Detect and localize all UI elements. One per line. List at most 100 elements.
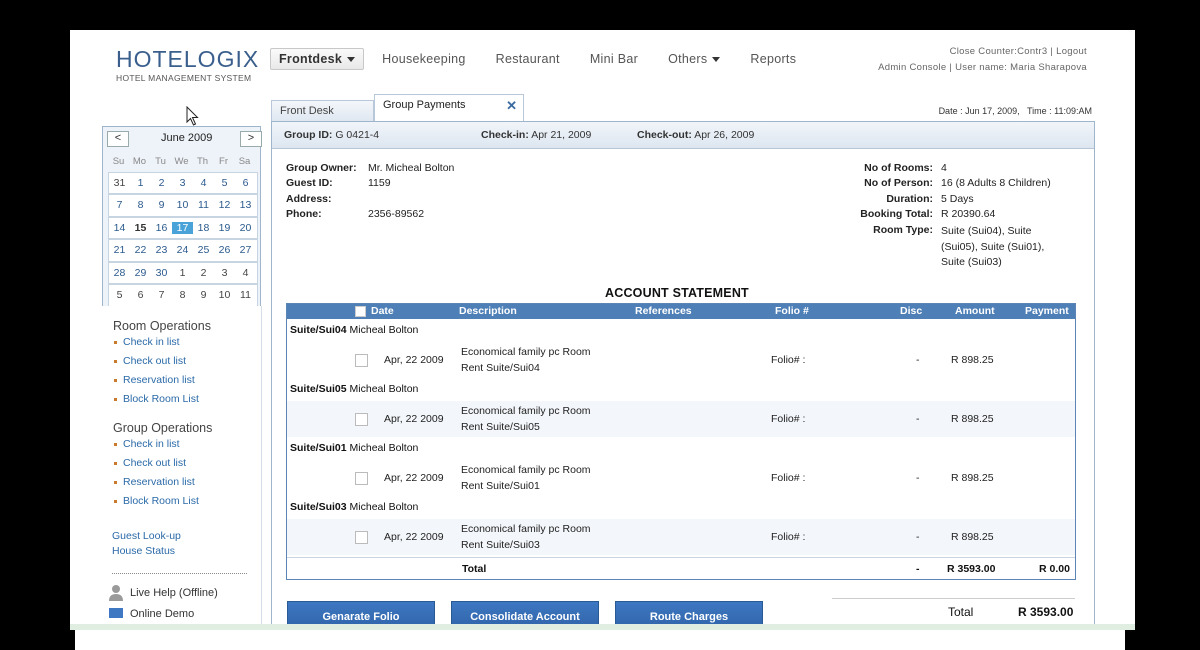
calendar-day[interactable]: 2 [151,177,172,189]
row-checkbox[interactable] [355,472,368,485]
col-date: Date [371,305,394,317]
close-icon[interactable]: ✕ [506,96,517,116]
calendar-week: 5 6 7 8 9 10 11 [108,284,258,307]
calendar-day[interactable]: 22 [130,244,151,256]
calendar-day[interactable]: 16 [151,222,172,234]
weekday-label: Tu [155,155,166,167]
calendar-day[interactable]: 25 [193,244,214,256]
select-all-checkbox[interactable] [355,306,366,317]
table-header: Date Description References Folio # Disc… [287,304,1075,319]
app-logo[interactable]: HOTELOGIX HOTEL MANAGEMENT SYSTEM [116,46,259,83]
tab-group-payments[interactable]: Group Payments ✕ [374,94,524,123]
calendar-day[interactable]: 9 [151,199,172,211]
sidebar-link[interactable]: Check out list [114,454,259,473]
room-type-line: (Sui05), Suite (Sui01), [941,240,1045,253]
calendar-day[interactable]: 18 [193,222,214,234]
calendar-day[interactable]: 23 [151,244,172,256]
nav-mini-bar[interactable]: Mini Bar [590,52,638,66]
calendar-prev-button[interactable]: < [107,131,129,147]
account-statement-table: Date Description References Folio # Disc… [286,303,1076,580]
calendar-day[interactable]: 26 [214,244,235,256]
logout-link[interactable]: Logout [1056,46,1087,57]
table-row[interactable]: Apr, 22 2009 Economical family pc Room Ren… [287,401,1075,437]
sidebar-link-label: Block Room List [123,495,199,507]
table-row[interactable]: Apr, 22 2009 Economical family pc Room Ren… [287,460,1075,496]
table-row[interactable]: Apr, 22 2009 Economical family pc Room Ren… [287,342,1075,378]
calendar-day[interactable]: 17 [172,221,193,234]
calendar-week: 21 22 23 24 25 26 27 [108,239,258,262]
calendar-day[interactable]: 8 [130,199,151,211]
calendar-day[interactable]: 19 [214,222,235,234]
calendar-day[interactable]: 6 [130,289,151,301]
guest-lookup-link[interactable]: Guest Look-up [112,529,259,544]
nav-reports[interactable]: Reports [750,52,796,66]
checkout-value: Apr 26, 2009 [694,129,755,141]
calendar-day[interactable]: 8 [172,289,193,301]
calendar-day[interactable]: 20 [235,222,256,234]
admin-console-link[interactable]: Admin Console [878,62,946,73]
calendar-day[interactable]: 10 [214,289,235,301]
calendar-day[interactable]: 14 [109,222,130,234]
nav-restaurant[interactable]: Restaurant [496,52,560,66]
row-checkbox[interactable] [355,354,368,367]
calendar-day[interactable]: 27 [235,244,256,256]
calendar-day[interactable]: 10 [172,199,193,211]
row-description-line2: Rent Suite/Sui01 [461,480,540,492]
calendar-day[interactable]: 9 [193,289,214,301]
live-help-link[interactable]: Live Help (Offline) [108,584,259,602]
room-operations-list: Check in list Check out list Reservation l… [102,333,259,409]
calendar-day[interactable]: 28 [109,267,130,279]
house-status-link[interactable]: House Status [112,544,259,559]
calendar-day[interactable]: 5 [214,177,235,189]
calendar-day[interactable]: 30 [151,267,172,279]
calendar-next-button[interactable]: > [240,131,262,147]
sidebar-link[interactable]: Reservation list [114,371,259,390]
sidebar-link[interactable]: Check out list [114,352,259,371]
sidebar-link[interactable]: Check in list [114,333,259,352]
calendar-day[interactable]: 12 [214,199,235,211]
calendar-day[interactable]: 5 [109,289,130,301]
calendar-day[interactable]: 31 [109,177,130,189]
sidebar-link-label: Reservation list [123,476,195,488]
calendar-day[interactable]: 21 [109,244,130,256]
guest-name: Micheal Bolton [349,383,419,395]
sidebar-link[interactable]: Block Room List [114,492,259,511]
calendar-day[interactable]: 11 [193,199,214,211]
col-disc: Disc [900,305,923,317]
calendar-day[interactable]: 3 [214,267,235,279]
nav-housekeeping[interactable]: Housekeeping [382,52,466,66]
sidebar-link[interactable]: Check in list [114,435,259,454]
row-checkbox[interactable] [355,531,368,544]
online-demo-link[interactable]: Online Demo [108,607,259,621]
nav-frontdesk[interactable]: Frontdesk [270,48,365,70]
date-time: Date : Jun 17, 2009, Time : 11:09:AM [939,106,1092,116]
bullet-icon [114,461,117,465]
nav-others[interactable]: Others [668,52,721,66]
row-amount: R 898.25 [951,531,994,543]
phone-value: 2356-89562 [368,208,425,220]
calendar-day[interactable]: 3 [172,177,193,189]
calendar-day[interactable]: 15 [130,222,151,234]
row-description-line1: Economical family pc Room [461,405,591,417]
calendar-day[interactable]: 29 [130,267,151,279]
calendar-day[interactable]: 13 [235,199,256,211]
online-demo-label: Online Demo [130,608,195,620]
sidebar-link[interactable]: Block Room List [114,390,259,409]
calendar-day[interactable]: 1 [130,177,151,189]
tab-front-desk[interactable]: Front Desk [271,100,374,121]
calendar-day[interactable]: 1 [172,267,193,279]
calendar-day[interactable]: 7 [109,199,130,211]
calendar-day[interactable]: 7 [151,289,172,301]
row-checkbox[interactable] [355,413,368,426]
sidebar-link[interactable]: Reservation list [114,473,259,492]
calendar-day[interactable]: 4 [235,267,256,279]
calendar-day[interactable]: 4 [193,177,214,189]
calendar-day[interactable]: 24 [172,244,193,256]
close-counter-link[interactable]: Close Counter:Contr3 [950,46,1048,57]
sidebar-divider [112,573,247,574]
calendar-day[interactable]: 11 [235,289,256,301]
table-row[interactable]: Apr, 22 2009 Economical family pc Room Ren… [287,519,1075,555]
calendar-day[interactable]: 6 [235,177,256,189]
calendar-day[interactable]: 2 [193,267,214,279]
live-help-label: Live Help (Offline) [130,587,218,599]
